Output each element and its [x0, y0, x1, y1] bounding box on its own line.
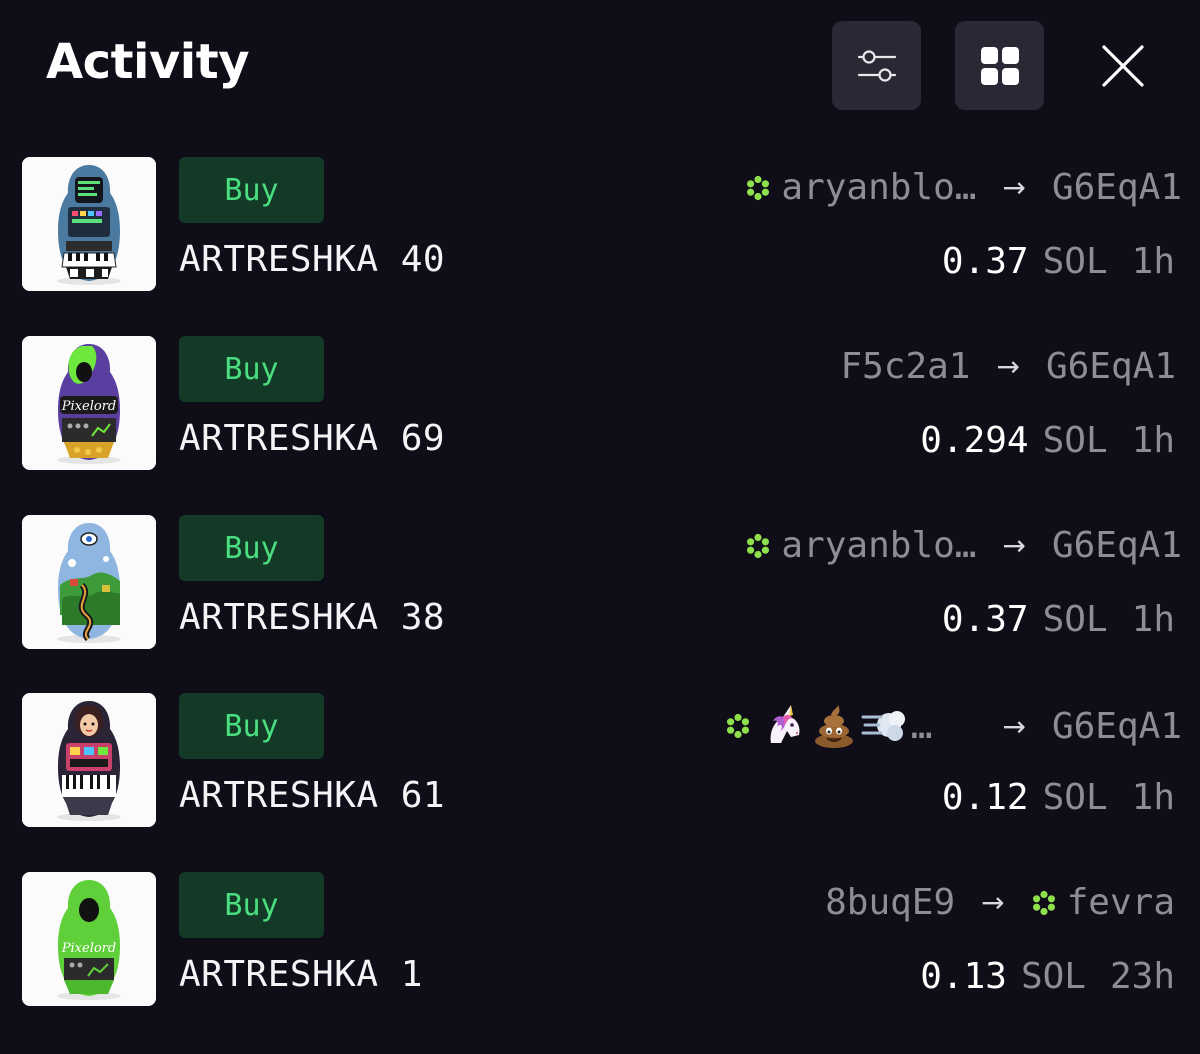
price-amount: 0.294 [920, 420, 1029, 461]
time-ago: 1h [1131, 777, 1175, 818]
sliders-icon [857, 49, 896, 82]
page-title: Activity [46, 34, 249, 90]
dash-emoji-icon [861, 711, 905, 741]
poo-emoji-icon [814, 705, 853, 748]
verified-icon [747, 175, 770, 200]
price-unit: SOL [1042, 241, 1108, 282]
header: Activity [0, 0, 1200, 130]
time-ago: 1h [1131, 241, 1175, 282]
matryoshka-pixelord-green-image: Pixelord [22, 872, 156, 1006]
activity-row[interactable]: Pixelord Buy ARTRESHKA 1 8buqE9 → fevra [0, 872, 1200, 1008]
from-label: F5c2a1 [840, 346, 971, 387]
nft-thumbnail[interactable]: Pixelord [22, 872, 156, 1006]
to-label: G6EqA1 [1051, 167, 1182, 208]
from-label: aryanblo… [781, 525, 977, 566]
arrow-right-icon: → [1002, 529, 1026, 562]
nft-name[interactable]: ARTRESHKA 40 [179, 239, 445, 280]
matryoshka-pixelord-purple-image: Pixelord [22, 336, 156, 470]
buy-badge: Buy [179, 872, 324, 938]
from-address[interactable]: aryanblo… [745, 525, 976, 566]
price-unit: SOL [1020, 956, 1086, 997]
verified-icon [1032, 890, 1055, 915]
price: 0.12 SOL 1h [942, 777, 1175, 818]
price: 0.13 SOL 23h [920, 956, 1175, 997]
arrow-right-icon: → [1002, 709, 1026, 743]
transfer-info: F5c2a1 → G6EqA1 [840, 346, 1176, 387]
price-unit: SOL [1042, 599, 1108, 640]
activity-row[interactable]: Buy ARTRESHKA 61 … → G6EqA1 0.12 SOL 1h [0, 693, 1200, 829]
from-address[interactable]: … [725, 703, 933, 749]
buy-badge: Buy [179, 515, 324, 581]
time-ago: 1h [1131, 599, 1175, 640]
price: 0.37 SOL 1h [942, 241, 1175, 282]
buy-badge: Buy [179, 693, 324, 759]
to-address[interactable]: G6EqA1 [1052, 167, 1182, 208]
nft-thumbnail[interactable]: Pixelord [22, 336, 156, 470]
time-ago: 23h [1109, 956, 1175, 997]
buy-badge: Buy [179, 336, 324, 402]
nft-name[interactable]: ARTRESHKA 61 [179, 775, 445, 816]
close-button[interactable] [1078, 21, 1167, 110]
to-label: G6EqA1 [1051, 705, 1182, 747]
buy-badge: Buy [179, 157, 324, 223]
price-amount: 0.37 [941, 241, 1029, 282]
price-unit: SOL [1042, 420, 1108, 461]
arrow-right-icon: → [996, 350, 1020, 383]
activity-row[interactable]: Buy ARTRESHKA 38 aryanblo… → G6EqA1 0.37… [0, 515, 1200, 651]
transfer-info: aryanblo… → G6EqA1 [745, 525, 1182, 566]
nft-thumbnail[interactable] [22, 515, 156, 649]
svg-text:Pixelord: Pixelord [61, 399, 116, 414]
to-label: fevra [1066, 882, 1175, 923]
transfer-info: 8buqE9 → fevra [825, 882, 1175, 923]
activity-row[interactable]: Buy ARTRESHKA 40 aryanblo… → G6EqA1 0.37… [0, 157, 1200, 293]
price-amount: 0.13 [920, 956, 1007, 997]
price-unit: SOL [1042, 777, 1108, 818]
nft-name[interactable]: ARTRESHKA 69 [179, 418, 445, 459]
nft-thumbnail[interactable] [22, 693, 156, 827]
matryoshka-landscape-image [22, 515, 156, 649]
verified-icon [726, 713, 749, 739]
from-label: aryanblo… [781, 167, 977, 208]
nft-name[interactable]: ARTRESHKA 38 [179, 597, 445, 638]
to-address[interactable]: G6EqA1 [1052, 525, 1182, 566]
time-ago: 1h [1131, 420, 1175, 461]
from-label: 8buqE9 [825, 882, 956, 923]
svg-text:Pixelord: Pixelord [61, 941, 116, 956]
filter-button[interactable] [832, 21, 921, 110]
to-label: G6EqA1 [1045, 346, 1176, 387]
matryoshka-folk-image [22, 693, 156, 827]
arrow-right-icon: → [1002, 171, 1026, 204]
to-address[interactable]: G6EqA1 [1052, 706, 1182, 747]
to-address[interactable]: fevra [1031, 882, 1175, 923]
activity-row[interactable]: Pixelord Buy ARTRESHKA 69 F5c2a1 → G6EqA… [0, 336, 1200, 472]
from-address[interactable]: aryanblo… [745, 167, 976, 208]
to-address[interactable]: G6EqA1 [1046, 346, 1176, 387]
matryoshka-computer-image [22, 157, 156, 291]
from-address[interactable]: 8buqE9 [825, 882, 955, 923]
close-icon [1101, 44, 1144, 87]
from-label: … [910, 705, 933, 747]
grid-view-icon [980, 46, 1019, 85]
price: 0.294 SOL 1h [920, 420, 1175, 461]
verified-icon [747, 533, 770, 558]
nft-name[interactable]: ARTRESHKA 1 [179, 954, 423, 995]
arrow-right-icon: → [981, 886, 1005, 919]
nft-thumbnail[interactable] [22, 157, 156, 291]
unicorn-emoji-icon [770, 705, 800, 743]
price: 0.37 SOL 1h [942, 599, 1175, 640]
transfer-info: aryanblo… → G6EqA1 [745, 167, 1182, 208]
from-address[interactable]: F5c2a1 [840, 346, 970, 387]
transfer-info: … → G6EqA1 [725, 703, 1182, 749]
price-amount: 0.12 [941, 777, 1029, 818]
to-label: G6EqA1 [1051, 525, 1182, 566]
price-amount: 0.37 [941, 599, 1029, 640]
grid-view-button[interactable] [955, 21, 1044, 110]
